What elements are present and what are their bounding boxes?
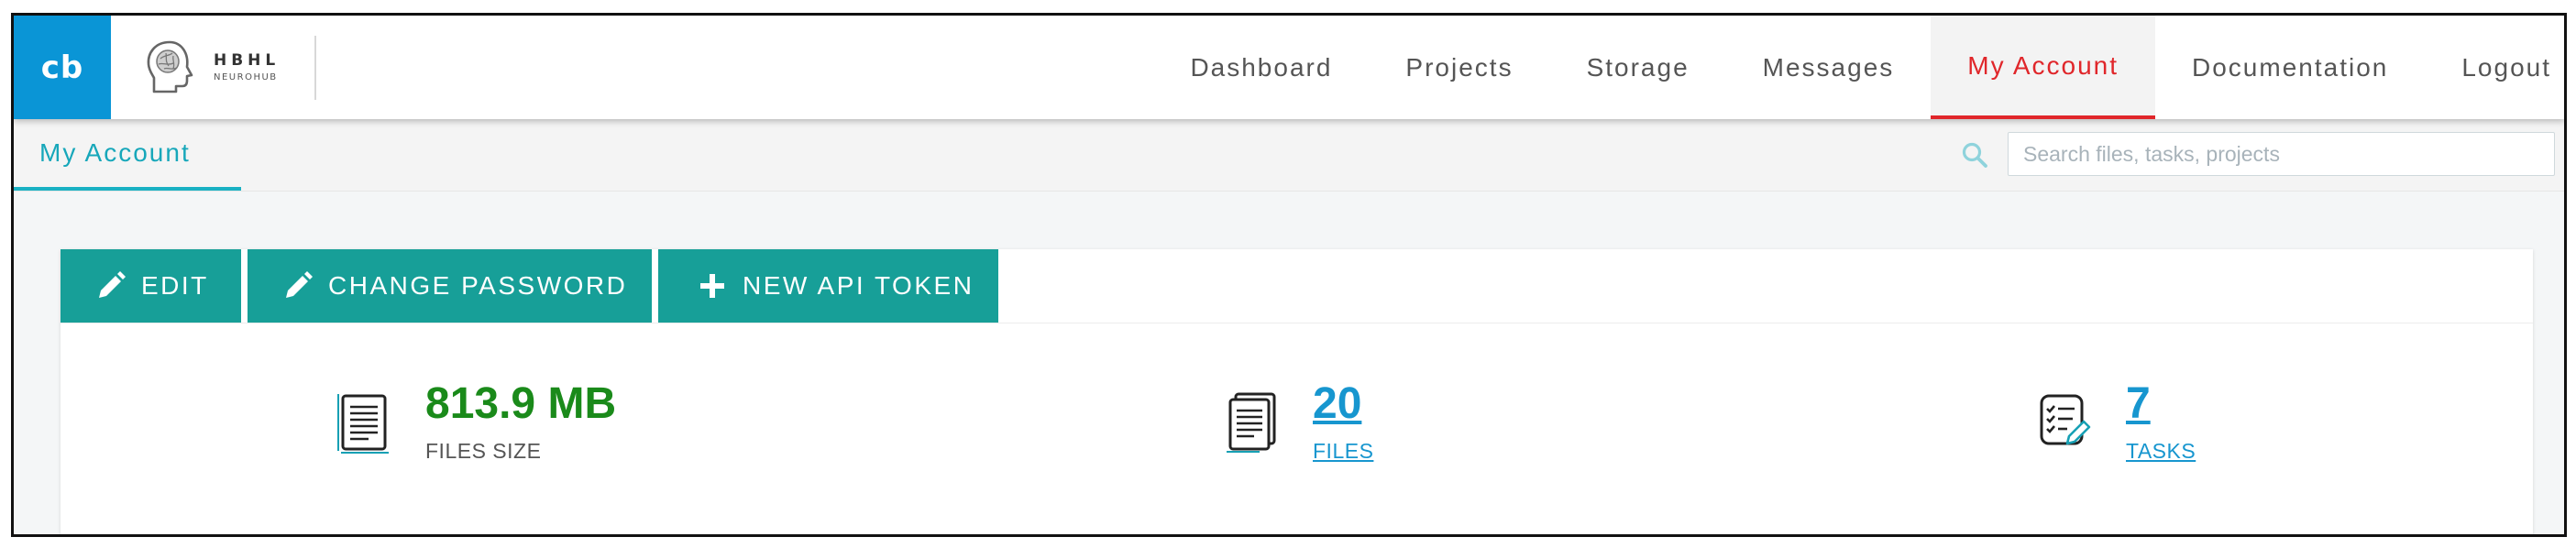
- nav-messages[interactable]: Messages: [1726, 16, 1932, 119]
- nav-my-account[interactable]: My Account: [1931, 16, 2156, 119]
- tasks-stat: 7 TASKS: [2036, 381, 2196, 464]
- brand-name: HBHL: [214, 51, 281, 70]
- tasks-text: 7 TASKS: [2126, 381, 2196, 464]
- tasks-label-link[interactable]: TASKS: [2126, 439, 2196, 464]
- files-size-stat: 813.9 MB FILES SIZE: [336, 381, 616, 464]
- cb-logo-text: cb: [40, 49, 84, 86]
- document-icon: [337, 394, 389, 454]
- checklist-icon: [2040, 394, 2091, 445]
- search-icon[interactable]: [1961, 141, 1988, 169]
- tab-my-account[interactable]: My Account: [14, 119, 241, 191]
- tasks-count-link[interactable]: 7: [2126, 381, 2196, 426]
- documents-stack-icon: [1227, 392, 1276, 453]
- app-window: cb HBHL NEUROHUB Dashboard Projects Stor…: [11, 13, 2567, 537]
- change-password-button[interactable]: CHANGE PASSWORD: [248, 249, 652, 323]
- plus-icon: [700, 274, 724, 298]
- brand-text: HBHL NEUROHUB: [214, 53, 280, 82]
- nav-documentation[interactable]: Documentation: [2155, 16, 2425, 119]
- brand-subtitle: NEUROHUB: [214, 72, 278, 82]
- brain-head-icon: [147, 40, 193, 93]
- files-size-text: 813.9 MB FILES SIZE: [425, 378, 617, 464]
- sub-navbar: My Account: [14, 119, 2564, 192]
- edit-button[interactable]: EDIT: [61, 249, 241, 323]
- brand-divider: [314, 36, 316, 100]
- edit-button-label: EDIT: [141, 271, 209, 300]
- files-stat: 20 FILES: [1223, 381, 1373, 464]
- files-text: 20 FILES: [1313, 381, 1373, 464]
- new-api-token-button-label: NEW API TOKEN: [743, 271, 974, 300]
- nav-storage[interactable]: Storage: [1550, 16, 1726, 119]
- pencil-icon: [99, 271, 126, 298]
- nav-dashboard[interactable]: Dashboard: [1153, 16, 1369, 119]
- account-card: EDIT CHANGE PASSWORD NEW API TOKEN 813.9…: [61, 249, 2533, 534]
- files-size-value: 813.9 MB: [425, 378, 617, 428]
- new-api-token-button[interactable]: NEW API TOKEN: [658, 249, 998, 323]
- main-nav: Dashboard Projects Storage Messages My A…: [1153, 16, 2564, 119]
- change-password-button-label: CHANGE PASSWORD: [328, 271, 628, 300]
- search-input[interactable]: [2008, 132, 2555, 176]
- account-actions: EDIT CHANGE PASSWORD NEW API TOKEN: [61, 249, 2533, 323]
- files-count-link[interactable]: 20: [1313, 381, 1373, 426]
- pencil-icon: [286, 271, 313, 298]
- files-label-link[interactable]: FILES: [1313, 439, 1373, 464]
- nav-logout[interactable]: Logout: [2425, 16, 2564, 119]
- files-size-label: FILES SIZE: [425, 438, 542, 463]
- cb-logo[interactable]: cb: [14, 16, 111, 119]
- hbhl-brand[interactable]: HBHL NEUROHUB: [142, 36, 280, 100]
- nav-projects[interactable]: Projects: [1369, 16, 1549, 119]
- top-navbar: cb HBHL NEUROHUB Dashboard Projects Stor…: [14, 16, 2564, 119]
